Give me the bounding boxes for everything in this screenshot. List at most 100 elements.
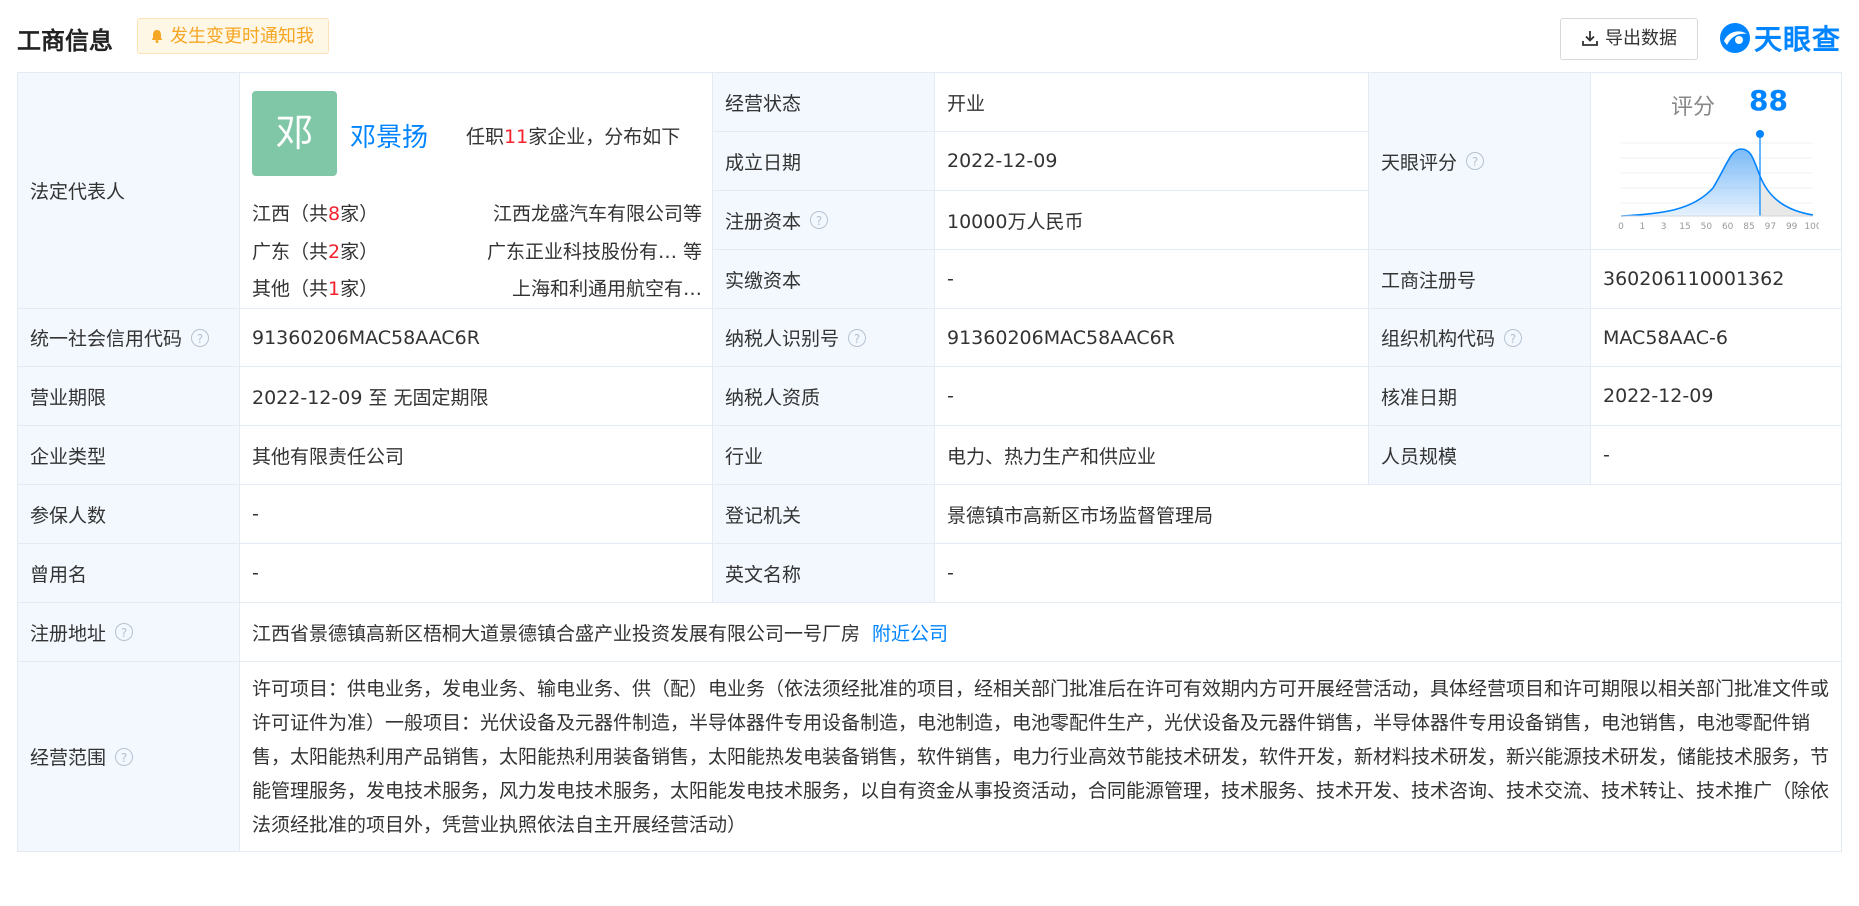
english-name-label: 英文名称 — [713, 544, 935, 603]
insured-label: 参保人数 — [18, 485, 240, 544]
scope-label-text: 经营范围 — [30, 747, 107, 769]
bell-icon — [151, 30, 163, 43]
org-code-label-text: 组织机构代码 — [1381, 328, 1496, 350]
address-value: 江西省景德镇高新区梧桐大道景德镇合盛产业投资发展有限公司一号厂房 — [252, 622, 861, 645]
help-icon[interactable]: ? — [1504, 328, 1523, 347]
company-type-value: 其他有限责任公司 — [240, 426, 713, 485]
staff-size-value: - — [1591, 426, 1842, 485]
taxpayer-id-label-text: 纳税人识别号 — [725, 328, 840, 350]
former-name-label: 曾用名 — [18, 544, 240, 603]
business-info-page: 工商信息 发生变更时通知我 导出数据 天眼查 法定代表人 邓 邓景扬 任职11家… — [0, 0, 1859, 906]
notify-label: 发生变更时通知我 — [170, 26, 314, 47]
region-label: 其他（共1家） — [252, 278, 379, 300]
score-label: 评分 — [1671, 95, 1716, 120]
address-value-cell: 江西省景德镇高新区梧桐大道景德镇合盛产业投资发展有限公司一号厂房 附近公司 — [240, 603, 1842, 662]
export-label: 导出数据 — [1605, 28, 1677, 49]
region-company[interactable]: 江西龙盛汽车有限公司等 — [493, 199, 702, 226]
help-icon[interactable]: ? — [115, 623, 134, 641]
axis-tick-label: 50 — [1701, 222, 1713, 232]
legal-rep-label: 法定代表人 — [18, 73, 240, 309]
tianyan-score-cell[interactable]: 评分 88 0 1 3 15 50 60 85 97 99 10 — [1591, 73, 1842, 250]
logo-text: 天眼查 — [1754, 23, 1842, 56]
info-count: 11 — [504, 126, 529, 148]
reg-number-value: 360206110001362 — [1591, 250, 1842, 309]
scope-value: 许可项目：供电业务，发电业务、输电业务、供（配）电业务（依法须经批准的项目，经相… — [240, 662, 1842, 852]
org-code-value: MAC58AAC-6 — [1591, 309, 1842, 367]
insured-value: - — [240, 485, 713, 544]
reg-capital-label: 注册资本? — [713, 191, 935, 250]
axis-tick-labels: 0 1 3 15 50 60 85 97 99 100 — [1618, 222, 1819, 232]
established-label: 成立日期 — [713, 132, 935, 191]
help-icon[interactable]: ? — [1466, 152, 1485, 170]
score-distribution-chart: 0 1 3 15 50 60 85 97 99 100 — [1618, 130, 1819, 232]
section-title: 工商信息 — [17, 27, 113, 55]
taxpayer-qual-value: - — [935, 367, 1369, 426]
established-value: 2022-12-09 — [935, 132, 1369, 191]
axis-tick-label: 15 — [1679, 222, 1690, 232]
reg-authority-value: 景德镇市高新区市场监督管理局 — [935, 485, 1842, 544]
reg-capital-label-text: 注册资本 — [725, 210, 802, 233]
industry-value: 电力、热力生产和供应业 — [935, 426, 1369, 485]
axis-tick-label: 99 — [1786, 222, 1798, 232]
download-icon — [1582, 31, 1598, 46]
credit-code-value: 91360206MAC58AAC6R — [240, 309, 713, 367]
reg-authority-label: 登记机关 — [713, 485, 935, 544]
region-company[interactable]: 广东正业科技股份有… 等 — [487, 237, 702, 264]
approval-date-label: 核准日期 — [1369, 367, 1591, 426]
tianyancha-logo: 天眼查 — [1718, 18, 1842, 56]
axis-tick-label: 3 — [1661, 222, 1667, 232]
tianyan-score-label: 天眼评分? — [1369, 73, 1591, 250]
region-row[interactable]: 江西（共8家） 江西龙盛汽车有限公司等 — [252, 199, 702, 225]
region-label: 江西（共8家） — [252, 203, 379, 225]
region-row[interactable]: 其他（共1家） 上海和利通用航空有… — [252, 274, 702, 300]
credit-code-label-text: 统一社会信用代码 — [30, 328, 183, 350]
tianyancha-logo-icon — [1720, 23, 1750, 53]
info-suffix: 家企业，分布如下 — [528, 126, 681, 148]
biz-term-label: 营业期限 — [18, 367, 240, 426]
business-info-table: 法定代表人 邓 邓景扬 任职11家企业，分布如下 江西（共8家） 江西龙盛汽车有… — [17, 72, 1842, 852]
status-label: 经营状态 — [713, 73, 935, 132]
axis-tick-label: 100 — [1804, 222, 1819, 232]
address-label-text: 注册地址 — [30, 622, 107, 645]
region-company[interactable]: 上海和利通用航空有… — [512, 274, 702, 301]
score-value: 88 — [1749, 84, 1788, 117]
taxpayer-id-value: 91360206MAC58AAC6R — [935, 309, 1369, 367]
export-data-button[interactable]: 导出数据 — [1560, 18, 1698, 60]
english-name-value: - — [935, 544, 1842, 603]
region-label: 广东（共2家） — [252, 241, 379, 263]
score-marker-dot — [1756, 130, 1764, 138]
curve-fill-after-score — [1760, 176, 1813, 216]
notify-on-change-button[interactable]: 发生变更时通知我 — [137, 18, 329, 54]
info-prefix: 任职 — [466, 126, 505, 148]
axis-tick-label: 1 — [1639, 222, 1645, 232]
paid-capital-label: 实缴资本 — [713, 250, 935, 309]
org-code-label: 组织机构代码? — [1369, 309, 1591, 367]
reg-number-label: 工商注册号 — [1369, 250, 1591, 309]
legal-rep-cell: 邓 邓景扬 任职11家企业，分布如下 江西（共8家） 江西龙盛汽车有限公司等 广… — [240, 73, 713, 309]
company-type-label: 企业类型 — [18, 426, 240, 485]
nearby-companies-link[interactable]: 附近公司 — [872, 619, 948, 646]
reg-capital-value: 10000万人民币 — [935, 191, 1369, 250]
avatar[interactable]: 邓 — [252, 91, 337, 176]
staff-size-label: 人员规模 — [1369, 426, 1591, 485]
help-icon[interactable]: ? — [191, 328, 210, 347]
axis-tick-label: 97 — [1765, 222, 1776, 232]
section-header: 工商信息 发生变更时通知我 导出数据 天眼查 — [0, 0, 1859, 72]
axis-tick-label: 85 — [1743, 222, 1754, 232]
region-row[interactable]: 广东（共2家） 广东正业科技股份有… 等 — [252, 237, 702, 263]
help-icon[interactable]: ? — [848, 328, 867, 347]
scope-label: 经营范围? — [18, 662, 240, 852]
taxpayer-qual-label: 纳税人资质 — [713, 367, 935, 426]
legal-rep-name-link[interactable]: 邓景扬 — [350, 117, 428, 154]
help-icon[interactable]: ? — [810, 211, 829, 229]
status-value: 开业 — [935, 73, 1369, 132]
biz-term-value: 2022-12-09 至 无固定期限 — [240, 367, 713, 426]
axis-tick-label: 60 — [1722, 222, 1734, 232]
address-label: 注册地址? — [18, 603, 240, 662]
former-name-value: - — [240, 544, 713, 603]
industry-label: 行业 — [713, 426, 935, 485]
credit-code-label: 统一社会信用代码? — [18, 309, 240, 367]
approval-date-value: 2022-12-09 — [1591, 367, 1842, 426]
help-icon[interactable]: ? — [115, 747, 134, 766]
legal-rep-summary: 任职11家企业，分布如下 — [466, 122, 680, 149]
